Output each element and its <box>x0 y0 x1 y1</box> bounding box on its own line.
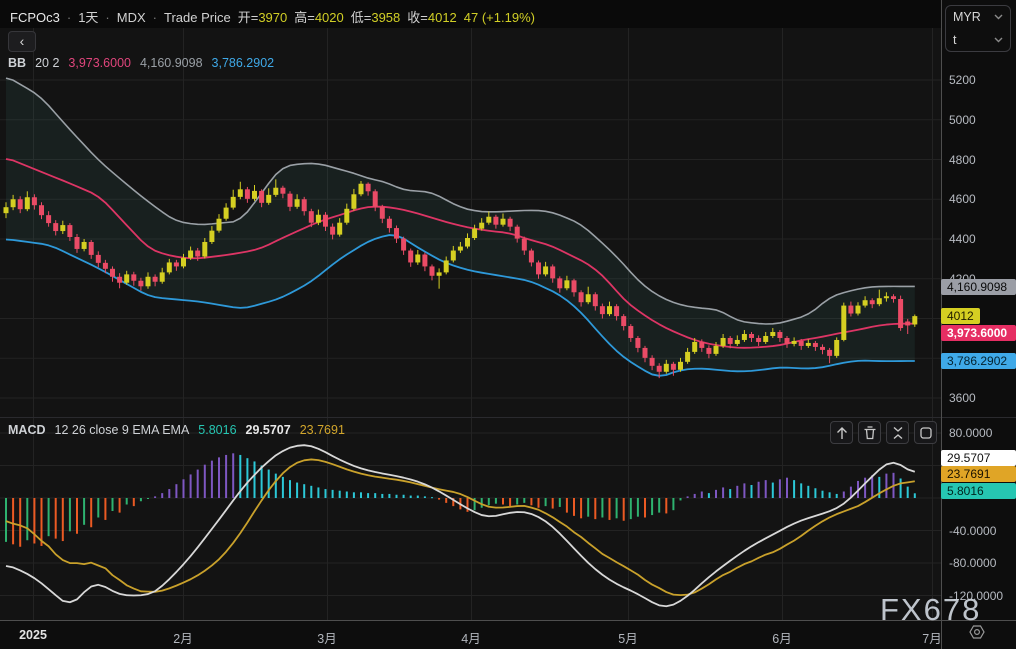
unit-value: t <box>953 32 957 47</box>
price-badge: 3,786.2902 <box>941 352 1016 369</box>
ohlc-field: 收=4012 <box>407 7 457 26</box>
macd-indicator-label: MACD 12 26 close 9 EMA EMA 5.8016 29.5707 23… <box>8 423 345 437</box>
currency-dropdown[interactable]: MYR <box>946 6 1010 29</box>
delete-pane-button[interactable] <box>858 421 881 444</box>
price-badge: 3,973.6000 <box>941 325 1016 342</box>
symbol-meta: Trade Price <box>164 10 231 25</box>
chevron-left-icon: ‹ <box>19 33 25 49</box>
move-pane-up-icon <box>836 426 847 439</box>
ohlc-field: 开=3970 <box>238 7 288 26</box>
collapse-pane-icon <box>893 426 902 439</box>
ohlc-value: 4012 <box>427 10 457 25</box>
time-tick-label: 5月 <box>618 632 638 646</box>
macd-line-value: 29.5707 <box>245 423 291 437</box>
bb-params: 20 2 <box>35 56 60 70</box>
symbol-name: FCPOc3 <box>10 10 60 25</box>
chart-canvas[interactable] <box>0 0 1016 649</box>
macd-params: 12 26 close 9 EMA EMA <box>54 423 190 437</box>
symbol-meta: MDX <box>116 10 146 25</box>
time-tick-label: 6月 <box>772 632 792 646</box>
symbol-meta: 1天 <box>78 10 99 25</box>
time-tick-label: 7月 <box>922 632 942 646</box>
ohlc-field: 低=3958 <box>351 7 401 26</box>
bb-upper-value: 4,160.9098 <box>139 56 203 70</box>
macd-badge: 23.7691 <box>941 466 1016 482</box>
separator-dot: · <box>105 10 110 25</box>
price-tick-label: 4600 <box>949 192 976 207</box>
chevron-down-icon <box>994 37 1003 43</box>
unit-dropdown[interactable]: t <box>946 29 1010 52</box>
ohlc-value: 3970 <box>258 10 288 25</box>
ohlc-label: 低= <box>350 10 372 25</box>
ohlc-label: 收= <box>407 10 428 25</box>
axis-settings-button[interactable] <box>968 623 986 644</box>
pane-toolbar <box>830 421 937 444</box>
macd-badge: 29.5707 <box>941 450 1016 466</box>
maximize-pane-icon <box>919 426 932 439</box>
bb-name: BB <box>8 56 27 70</box>
time-tick-label: 2月 <box>173 632 193 646</box>
move-pane-up-button[interactable] <box>830 421 853 444</box>
currency-selector: MYR t <box>945 5 1011 52</box>
ohlc-label: 开= <box>237 10 259 25</box>
currency-value: MYR <box>953 10 981 25</box>
price-tick-label: 5200 <box>949 73 976 87</box>
chevron-down-icon <box>994 14 1003 20</box>
macd-name: MACD <box>8 423 46 437</box>
collapse-pane-button[interactable] <box>886 421 909 444</box>
delete-pane-icon <box>864 425 875 439</box>
watermark: FX678 <box>880 592 982 627</box>
bb-lower-value: 3,786.2902 <box>211 56 275 70</box>
time-tick-label: 3月 <box>317 632 337 646</box>
price-tick-label: 5000 <box>949 112 976 127</box>
price-tick-label: 4400 <box>949 232 976 246</box>
maximize-pane-button[interactable] <box>914 421 937 444</box>
back-button[interactable]: ‹ <box>8 31 36 52</box>
macd-signal-value: 23.7691 <box>299 423 345 437</box>
time-tick-label: 4月 <box>461 632 481 646</box>
macd-tick-label: -40.0000 <box>949 523 997 538</box>
time-tick-label: 2025 <box>19 628 47 642</box>
ohlc-value: 3958 <box>371 10 401 25</box>
separator-dot: · <box>152 10 157 25</box>
separator-dot: · <box>66 10 72 25</box>
ohlc-label: 高= <box>294 10 315 25</box>
price-badge: 4012 <box>941 308 980 325</box>
bb-indicator-label: BB 20 2 3,973.6000 4,160.9098 3,786.2902 <box>8 56 274 70</box>
price-badge: 4,160.9098 <box>941 278 1016 295</box>
price-tick-label: 4800 <box>949 152 976 167</box>
price-tick-label: 3600 <box>949 391 976 405</box>
macd-tick-label: -80.0000 <box>949 556 997 570</box>
macd-badge: 5.8016 <box>941 483 1016 499</box>
ohlc-field: 高=4020 <box>294 7 344 26</box>
nut-settings-icon <box>969 625 985 639</box>
symbol-header: FCPOc3 · 1天 · MDX · Trade Price 开=3970 高=4020 低=3… <box>10 7 535 26</box>
change-value: 47 (+1.19%) <box>463 10 535 25</box>
macd-hist-value: 5.8016 <box>198 423 237 437</box>
macd-tick-label: 80.0000 <box>949 426 993 440</box>
ohlc-value: 4020 <box>314 10 344 25</box>
trading-chart-app: FCPOc3 · 1天 · MDX · Trade Price 开=3970 高=4020 低=3… <box>0 0 1016 649</box>
bb-mid-value: 3,973.6000 <box>68 56 131 70</box>
